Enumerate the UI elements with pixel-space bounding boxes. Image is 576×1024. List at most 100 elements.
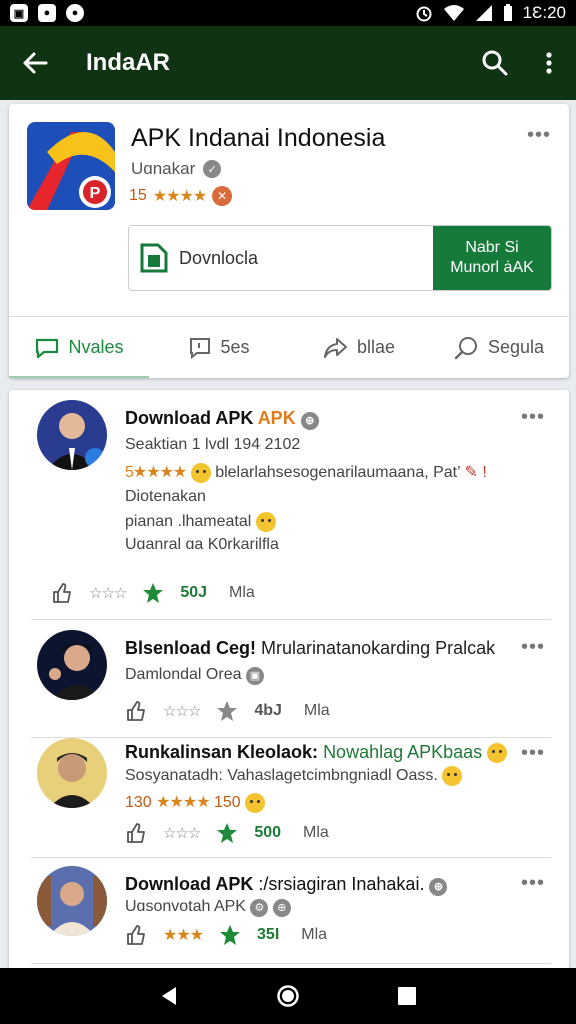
post-actions: ☆☆☆ 50J Mla bbox=[51, 582, 255, 604]
home-circle-icon[interactable] bbox=[276, 984, 300, 1008]
app-more-button[interactable]: ••• bbox=[527, 124, 551, 147]
alarm-icon bbox=[416, 6, 432, 22]
tab-reviews[interactable]: Nvales bbox=[9, 317, 149, 378]
app-info-card: P APK Indanai Indonesia ••• Uɑnakar ✓ 15… bbox=[9, 104, 569, 378]
warning-badge-icon: ✕ bbox=[212, 186, 233, 206]
battery-icon bbox=[503, 4, 512, 21]
back-triangle-icon[interactable] bbox=[158, 985, 180, 1007]
back-button[interactable] bbox=[0, 26, 70, 100]
star-filled-icon[interactable] bbox=[216, 822, 238, 844]
app-bar: IndaAR bbox=[0, 26, 576, 100]
rate-stars-icon[interactable]: ☆☆☆ bbox=[163, 702, 201, 720]
developer-name: Uɑnakar bbox=[131, 159, 196, 178]
avatar[interactable] bbox=[37, 866, 107, 936]
rating-stars: ★★★★ bbox=[152, 188, 207, 205]
tab-comments[interactable]: 5es bbox=[149, 317, 289, 378]
tab-label: bllae bbox=[356, 337, 396, 357]
post-more-button[interactable]: ••• bbox=[521, 872, 545, 895]
avatar[interactable] bbox=[37, 738, 107, 808]
like-icon[interactable] bbox=[125, 924, 147, 946]
list-item: Download APK APK ⊕ ••• Seaktian 1 lvdl 1… bbox=[31, 390, 551, 620]
rate-stars-icon[interactable]: ☆☆☆ bbox=[163, 824, 201, 842]
globe-icon: ⊕ bbox=[300, 411, 319, 430]
svg-text:P: P bbox=[90, 185, 101, 202]
post-title: Download APK APK ⊕ bbox=[125, 408, 319, 430]
post-stars: ★★★★ bbox=[156, 794, 210, 811]
app-logo-icon: P bbox=[27, 122, 115, 210]
more-vert-icon bbox=[546, 52, 552, 74]
tab-label: Segula bbox=[487, 337, 545, 357]
tab-label: Nvales bbox=[68, 337, 124, 357]
rate-stars-icon[interactable]: ☆☆☆ bbox=[89, 584, 127, 602]
like-icon[interactable] bbox=[51, 582, 73, 604]
post-subtitle-row: Damlondal Orea ▣ bbox=[125, 666, 264, 685]
post-actions: ☆☆☆ 500 Mla bbox=[125, 822, 329, 844]
search-icon bbox=[482, 50, 508, 76]
like-count: 500 bbox=[254, 824, 282, 841]
angry-emoji-icon bbox=[442, 766, 463, 786]
status-bar: ▣ ● ● 1Ɛ:20 bbox=[0, 0, 576, 26]
avatar[interactable] bbox=[37, 400, 107, 470]
more-link[interactable]: Mla bbox=[301, 926, 327, 944]
post-more-button[interactable]: ••• bbox=[521, 742, 545, 765]
cta-line-2: Munorl ȧAK bbox=[450, 259, 534, 276]
star-filled-icon[interactable] bbox=[216, 700, 238, 722]
star-filled-icon[interactable] bbox=[142, 582, 164, 604]
star-filled-icon[interactable] bbox=[219, 924, 241, 946]
post-subtitle-row: Uɑsonvotah APK ⚙ ⊕ bbox=[125, 898, 291, 917]
recents-square-icon[interactable] bbox=[396, 985, 418, 1007]
post-stars[interactable]: ★★★ bbox=[163, 925, 204, 945]
gallery-notification-icon: ▣ bbox=[10, 4, 28, 22]
post-subtitle-row: Sosyanatadh: Vahaslagetcimbngniadl Oass. bbox=[125, 766, 463, 786]
overflow-menu-button[interactable] bbox=[522, 26, 576, 100]
arrow-left-icon bbox=[23, 52, 48, 74]
post-title: Download APK :/srsiagiran Inahakai. ⊕ bbox=[125, 874, 448, 896]
post-subtitle: Seaktian 1 lvdl 194 2102 bbox=[125, 436, 301, 453]
angry-emoji-icon bbox=[487, 743, 508, 764]
chat-icon bbox=[36, 338, 59, 358]
tab-label: 5es bbox=[220, 337, 250, 357]
comment-icon bbox=[190, 337, 211, 359]
image-icon: ▣ bbox=[245, 666, 264, 685]
list-item: Runkalinsan Kleolaok: Nowahlag APKbaas •… bbox=[31, 738, 551, 858]
rating-number: 15 bbox=[129, 187, 147, 204]
grimace-emoji-icon bbox=[255, 512, 276, 532]
download-box: Dovnlocla Nabr Si Munorl ȧAK bbox=[128, 225, 552, 291]
more-link[interactable]: Mla bbox=[304, 702, 330, 720]
post-more-button[interactable]: ••• bbox=[521, 636, 545, 659]
post-text-4: Uɑanral ɑa K0rkarilfla bbox=[125, 536, 279, 553]
search-button[interactable] bbox=[468, 26, 522, 100]
smile-emoji-icon bbox=[190, 462, 211, 483]
tab-search[interactable]: Segula bbox=[429, 317, 569, 378]
like-icon[interactable] bbox=[125, 822, 147, 844]
system-nav-bar bbox=[0, 968, 576, 1024]
cta-line-1: Nabr Si bbox=[465, 239, 519, 256]
post-actions: ★★★ 35I Mla bbox=[125, 924, 327, 946]
post-actions: ☆☆☆ 4bJ Mla bbox=[125, 700, 330, 722]
wifi-icon bbox=[443, 5, 464, 21]
post-title: Blsenload Ceg! Mrularinatanokarding Pral… bbox=[125, 638, 496, 658]
share-icon bbox=[323, 337, 347, 358]
post-more-button[interactable]: ••• bbox=[521, 406, 545, 429]
search-icon bbox=[454, 336, 477, 359]
download-button[interactable]: Dovnlocla bbox=[129, 226, 433, 290]
like-icon[interactable] bbox=[125, 700, 147, 722]
post-text-3-row: pianan .lhameatal bbox=[125, 512, 276, 532]
install-cta-button[interactable]: Nabr Si Munorl ȧAK bbox=[433, 226, 551, 290]
app-name: APK Indanai Indonesia bbox=[131, 124, 386, 152]
verified-icon: ✓ bbox=[203, 160, 222, 178]
like-count: 50J bbox=[180, 584, 208, 601]
settings-icon: ⚙ bbox=[250, 898, 269, 917]
avatar[interactable] bbox=[37, 630, 107, 700]
post-rating-line: 130 ★★★★ 150 bbox=[125, 792, 266, 813]
more-link[interactable]: Mla bbox=[229, 584, 255, 602]
like-count: 35I bbox=[257, 926, 280, 943]
post-title-accent: APK bbox=[257, 408, 296, 428]
post-text-2: Diotenakan bbox=[125, 488, 206, 505]
tab-share[interactable]: bllae bbox=[289, 317, 429, 378]
post-rating-line: 5★★★★ blelarlahsesogenarilaumaana, Pat’ … bbox=[125, 462, 487, 483]
globe-icon: ⊕ bbox=[429, 877, 448, 896]
more-link[interactable]: Mla bbox=[303, 824, 329, 842]
download-file-icon bbox=[140, 243, 168, 273]
globe-icon: ⊕ bbox=[272, 898, 291, 917]
